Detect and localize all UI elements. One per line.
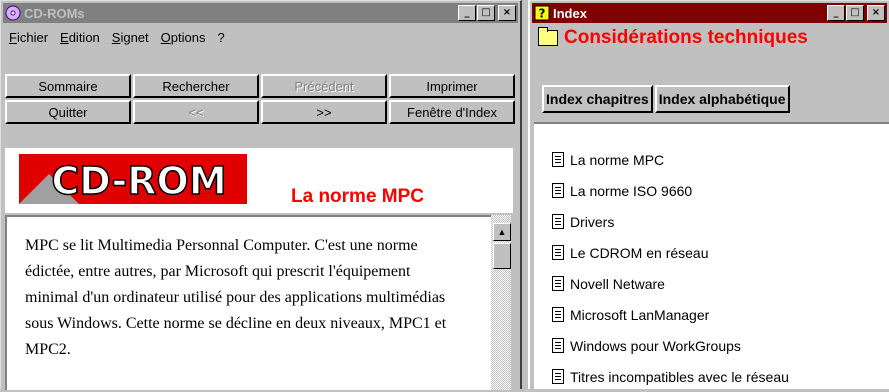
tab-index-alphabetique[interactable]: Index alphabétique <box>654 85 790 113</box>
list-item[interactable]: Novell Netware <box>552 268 889 299</box>
index-close-button[interactable]: × <box>867 5 885 21</box>
document-icon <box>552 369 564 384</box>
main-title-bar[interactable]: CD-ROMs _ □ × <box>3 3 518 23</box>
menu-options[interactable]: Options <box>161 30 206 45</box>
next-page-button[interactable]: >> <box>261 100 387 124</box>
index-list: La norme MPC La norme ISO 9660 Drivers L… <box>534 122 889 389</box>
menu-help[interactable]: ? <box>217 30 224 45</box>
list-item[interactable]: Windows pour WorkGroups <box>552 330 889 361</box>
svg-text:?: ? <box>539 7 546 21</box>
index-heading-text: Considérations techniques <box>564 27 808 48</box>
previous-page-button[interactable]: << <box>133 100 259 124</box>
document-icon <box>552 245 564 260</box>
maximize-button[interactable]: □ <box>477 5 495 21</box>
index-window-button[interactable]: Fenêtre d'Index <box>389 100 515 124</box>
imprimer-button[interactable]: Imprimer <box>389 74 515 98</box>
index-heading: Considérations techniques <box>538 27 808 49</box>
topic-banner: CD-ROM La norme MPC <box>5 148 513 213</box>
close-button[interactable]: × <box>498 5 516 21</box>
list-item[interactable]: La norme MPC <box>552 144 889 175</box>
logo-text: CD-ROM <box>51 159 226 203</box>
navigation-buttons: Sommaire Rechercher Précédent Imprimer Q… <box>5 74 515 124</box>
list-item[interactable]: Titres incompatibles avec le réseau <box>552 361 889 392</box>
topic-title: La norme MPC <box>291 186 425 207</box>
tab-index-chapitres[interactable]: Index chapitres <box>542 85 653 113</box>
minimize-button[interactable]: _ <box>458 5 476 21</box>
cd-icon[interactable] <box>5 5 21 21</box>
quitter-button[interactable]: Quitter <box>5 100 131 124</box>
document-icon <box>552 338 564 353</box>
menu-fichier[interactable]: Fichier <box>9 30 48 45</box>
list-item[interactable]: Le CDROM en réseau <box>552 237 889 268</box>
index-window-title: Index <box>553 5 587 21</box>
menu-edition[interactable]: Edition <box>60 30 100 45</box>
document-icon <box>552 152 564 167</box>
topic-content: MPC se lit Multimedia Personnal Computer… <box>5 215 491 390</box>
list-item[interactable]: La norme ISO 9660 <box>552 175 889 206</box>
document-icon <box>552 307 564 322</box>
index-tabs: Index chapitres Index alphabétique <box>542 85 790 113</box>
sommaire-button[interactable]: Sommaire <box>5 74 131 98</box>
document-icon <box>552 214 564 229</box>
cd-rom-logo: CD-ROM <box>19 154 247 204</box>
index-header: Considérations techniques Index chapitre… <box>534 27 889 113</box>
folder-icon <box>538 27 558 46</box>
main-window: CD-ROMs _ □ × Fichier Edition Signet Opt… <box>0 0 522 390</box>
menu-bar: Fichier Edition Signet Options ? <box>3 25 518 49</box>
scroll-up-icon[interactable]: ▲ <box>493 223 511 241</box>
rechercher-button[interactable]: Rechercher <box>133 74 259 98</box>
list-item[interactable]: Drivers <box>552 206 889 237</box>
index-title-bar[interactable]: ? Index _ □ × <box>532 3 887 23</box>
help-book-icon[interactable]: ? <box>534 5 550 21</box>
vertical-scrollbar[interactable]: ▲ <box>491 215 511 390</box>
document-icon <box>552 183 564 198</box>
topic-body: MPC se lit Multimedia Personnal Computer… <box>25 237 447 358</box>
precedent-button[interactable]: Précédent <box>261 74 387 98</box>
menu-signet[interactable]: Signet <box>112 30 149 45</box>
scroll-thumb[interactable] <box>493 243 511 269</box>
index-maximize-button[interactable]: □ <box>846 5 864 21</box>
list-item[interactable]: Microsoft LanManager <box>552 299 889 330</box>
main-window-title: CD-ROMs <box>24 5 85 21</box>
index-minimize-button[interactable]: _ <box>827 5 845 21</box>
document-icon <box>552 276 564 291</box>
